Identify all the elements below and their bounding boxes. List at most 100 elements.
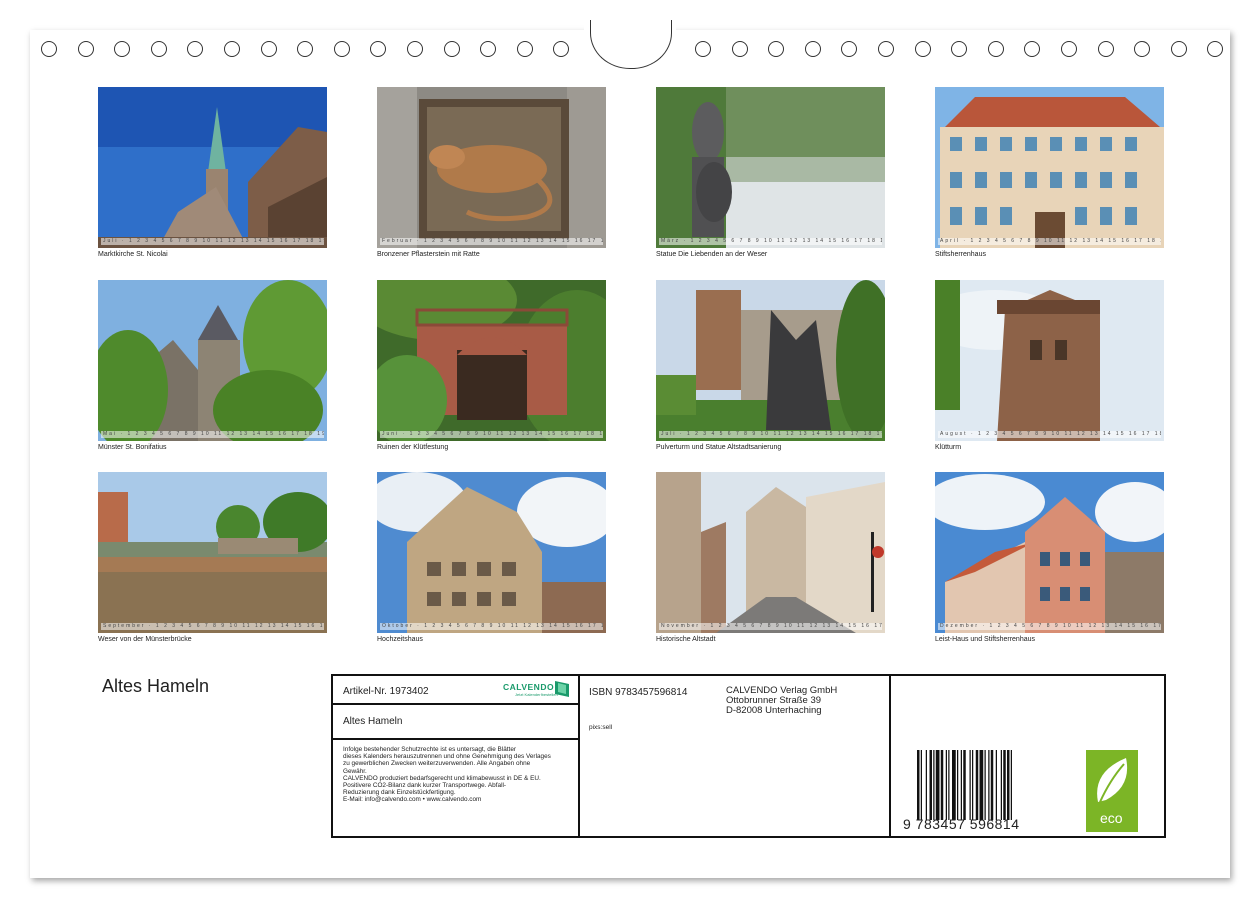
binding-hole	[1207, 41, 1223, 57]
photo-caption: Stiftsherrenhaus	[935, 251, 986, 258]
legal-line: dieses Kalenders herauszutrennen und ohn…	[343, 753, 551, 761]
binding-hole	[915, 41, 931, 57]
photo-caption: Münster St. Bonifatius	[98, 444, 167, 451]
isbn: ISBN 9783457596814	[589, 687, 688, 698]
barcode-bar	[963, 750, 966, 820]
legal-line: Gewähr.	[343, 767, 367, 775]
calendar-strip: Juli · 1 2 3 4 5 6 7 8 9 10 11 12 13 14 …	[101, 238, 324, 245]
photo-leist-haus: Dezember · 1 2 3 4 5 6 7 8 9 10 11 12 13…	[935, 472, 1164, 633]
legal-text: Infolge bestehender Schutzrechte ist es …	[343, 746, 579, 804]
barcode-bar	[960, 750, 962, 820]
photo-marktkirche: Juli · 1 2 3 4 5 6 7 8 9 10 11 12 13 14 …	[98, 87, 327, 248]
photo-caption: Hochzeitshaus	[377, 636, 423, 643]
calendar-strip: August · 1 2 3 4 5 6 7 8 9 10 11 12 13 1…	[938, 431, 1161, 438]
legal-line: Infolge bestehender Schutzrechte ist es …	[343, 746, 517, 753]
photo-caption: Historische Altstadt	[656, 636, 716, 643]
divider	[333, 703, 578, 705]
barcode	[917, 750, 1012, 820]
barcode-bar	[925, 750, 927, 820]
barcode-bar	[957, 750, 959, 820]
photo-kluetturm: August · 1 2 3 4 5 6 7 8 9 10 11 12 13 1…	[935, 280, 1164, 441]
barcode-bar	[940, 750, 944, 820]
binding-hole	[334, 41, 350, 57]
binding-hole	[805, 41, 821, 57]
binding-hole	[1024, 41, 1040, 57]
barcode-bar	[948, 750, 950, 820]
photo-kluetfestung: Juni · 1 2 3 4 5 6 7 8 9 10 11 12 13 14 …	[377, 280, 606, 441]
calendar-strip: April · 1 2 3 4 5 6 7 8 9 10 11 12 13 14…	[938, 238, 1161, 245]
photo-credit: pixs:sell	[589, 724, 613, 731]
eco-label: eco	[1100, 810, 1123, 826]
barcode-bar	[935, 750, 940, 820]
binding-hole	[187, 41, 203, 57]
photo-statue-lovers: März · 1 2 3 4 5 6 7 8 9 10 11 12 13 14 …	[656, 87, 885, 248]
binding-hole	[224, 41, 240, 57]
barcode-bar	[945, 750, 947, 820]
binding-hole	[553, 41, 569, 57]
photo-caption: Pulverturm und Statue Altstadtsanierung	[656, 444, 782, 451]
calendar-strip: Juni · 1 2 3 4 5 6 7 8 9 10 11 12 13 14 …	[380, 431, 603, 438]
calendar-strip: März · 1 2 3 4 5 6 7 8 9 10 11 12 13 14 …	[659, 238, 882, 245]
calendar-strip: November · 1 2 3 4 5 6 7 8 9 10 11 12 13…	[659, 623, 882, 630]
calendar-strip: Februar · 1 2 3 4 5 6 7 8 9 10 11 12 13 …	[380, 238, 603, 245]
photo-stiftsherrenhaus: April · 1 2 3 4 5 6 7 8 9 10 11 12 13 14…	[935, 87, 1164, 248]
barcode-bar	[1010, 750, 1012, 820]
info-title: Altes Hameln	[343, 716, 403, 727]
photo-hochzeitshaus: Oktober · 1 2 3 4 5 6 7 8 9 10 11 12 13 …	[377, 472, 606, 633]
photo-caption: Klütturm	[935, 444, 962, 451]
binding-hole	[261, 41, 277, 57]
eco-badge: eco	[1086, 750, 1138, 832]
photo-pulverturm: Juli · 1 2 3 4 5 6 7 8 9 10 11 12 13 14 …	[656, 280, 885, 441]
binding-hole	[988, 41, 1004, 57]
barcode-bar	[1007, 750, 1010, 820]
binding-hole	[370, 41, 386, 57]
photo-bronze-rat: Februar · 1 2 3 4 5 6 7 8 9 10 11 12 13 …	[377, 87, 606, 248]
divider	[889, 676, 891, 836]
leaf-icon	[1097, 758, 1128, 803]
barcode-bar	[972, 750, 974, 820]
calvendo-logo: CALVENDO Jetzt Kalender!bestellen	[503, 681, 569, 699]
product-info-box: Artikel-Nr. 1973402 CALVENDO Jetzt Kalen…	[331, 674, 1166, 838]
calvendo-mark-icon	[555, 681, 569, 697]
binding-hole	[878, 41, 894, 57]
barcode-digits: 9 783457 596814	[903, 816, 1020, 832]
barcode-bar	[952, 750, 956, 820]
legal-line: zu gewerblichen Zwecken weiterzuverwende…	[343, 760, 531, 768]
barcode-bar	[920, 750, 922, 820]
binding-hole	[41, 41, 57, 57]
barcode-bar	[933, 750, 935, 820]
calvendo-logo-sub: Jetzt Kalender!bestellen	[515, 692, 558, 697]
legal-line: Positivere CO2-Bilanz dank kurzer Transp…	[343, 782, 507, 790]
photo-caption: Bronzener Pflasterstein mit Ratte	[377, 251, 480, 258]
barcode-bar	[990, 750, 994, 820]
photo-muenster: Mai · 1 2 3 4 5 6 7 8 9 10 11 12 13 14 1…	[98, 280, 327, 441]
binding-hole	[1171, 41, 1187, 57]
barcode-bar	[995, 750, 997, 820]
binding-hole	[480, 41, 496, 57]
barcode-bar	[979, 750, 984, 820]
legal-line: Reduzierung dank Einzelstückfertigung.	[343, 789, 456, 797]
barcode-bar	[984, 750, 986, 820]
photo-altstadt: November · 1 2 3 4 5 6 7 8 9 10 11 12 13…	[656, 472, 885, 633]
calendar-title: Altes Hameln	[102, 676, 210, 696]
binding-hole	[732, 41, 748, 57]
binding-hole	[151, 41, 167, 57]
calendar-strip: September · 1 2 3 4 5 6 7 8 9 10 11 12 1…	[101, 623, 324, 630]
calendar-strip: Oktober · 1 2 3 4 5 6 7 8 9 10 11 12 13 …	[380, 623, 603, 630]
binding-hole	[407, 41, 423, 57]
binding-hole	[695, 41, 711, 57]
divider	[333, 738, 578, 740]
binding-hole	[297, 41, 313, 57]
barcode-bar	[969, 750, 971, 820]
barcode-bar	[975, 750, 979, 820]
binding-hole	[841, 41, 857, 57]
binding-hole	[951, 41, 967, 57]
photo-caption: Marktkirche St. Nicolai	[98, 251, 168, 258]
publisher-line: D-82008 Unterhaching	[726, 705, 822, 716]
calendar-strip: Juli · 1 2 3 4 5 6 7 8 9 10 11 12 13 14 …	[659, 431, 882, 438]
barcode-bar	[917, 750, 920, 820]
article-number: Artikel-Nr. 1973402	[343, 686, 429, 697]
binding-hole	[78, 41, 94, 57]
barcode-bar	[1000, 750, 1002, 820]
barcode-bar	[929, 750, 932, 820]
